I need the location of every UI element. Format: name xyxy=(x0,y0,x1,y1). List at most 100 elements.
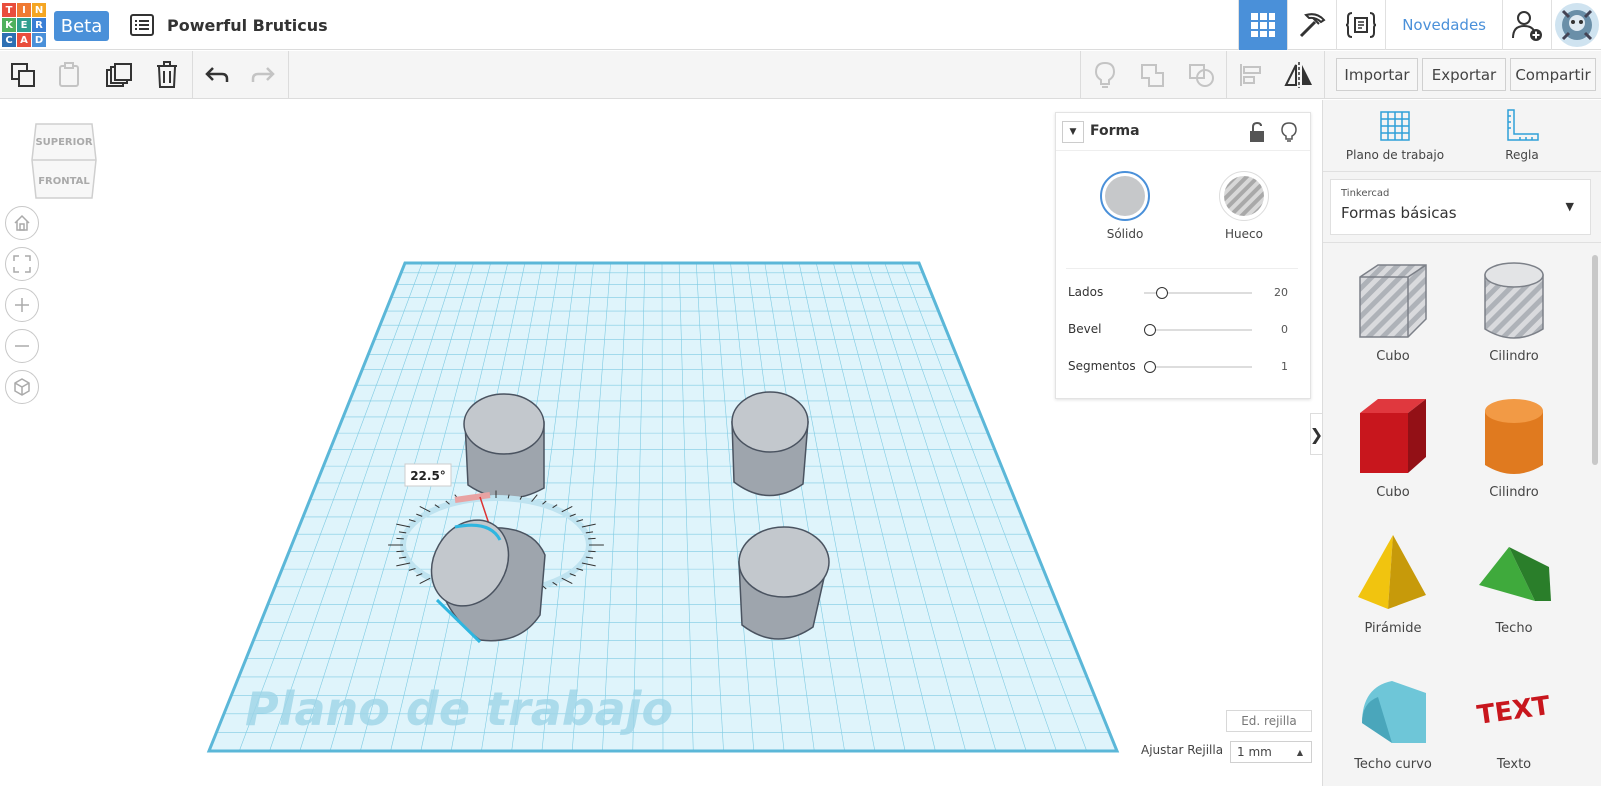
workplane-label: Plano de trabajo xyxy=(245,682,673,736)
shapes-scrollbar[interactable] xyxy=(1592,255,1598,465)
slider-knob[interactable] xyxy=(1156,287,1168,299)
logo-letter: I xyxy=(17,3,31,17)
slider-knob[interactable] xyxy=(1144,361,1156,373)
cylinder-hole-icon xyxy=(1484,262,1544,339)
view-cube[interactable]: SUPERIOR FRONTAL xyxy=(30,122,98,202)
codeblocks-view-button[interactable] xyxy=(1336,0,1385,50)
duplicate-icon xyxy=(106,63,132,87)
mirror-button[interactable] xyxy=(1276,51,1322,99)
cube-hole-icon xyxy=(1359,264,1427,338)
copy-button[interactable] xyxy=(0,51,46,99)
visibility-button[interactable] xyxy=(1280,121,1298,147)
zoom-in-button[interactable] xyxy=(5,288,39,322)
undo-icon xyxy=(205,67,229,82)
view-cube-front-face[interactable]: FRONTAL xyxy=(38,176,90,187)
avatar-icon xyxy=(1554,3,1599,47)
redo-button[interactable] xyxy=(240,51,286,99)
shape-pyramid[interactable]: Pirámide xyxy=(1338,527,1448,647)
collapse-inspector-button[interactable]: ▼ xyxy=(1062,121,1084,143)
param-slider[interactable] xyxy=(1144,329,1252,331)
show-all-button[interactable] xyxy=(1082,51,1128,99)
ungroup-icon xyxy=(1189,64,1214,87)
export-button[interactable]: Exportar xyxy=(1422,58,1506,91)
param-slider[interactable] xyxy=(1144,366,1252,368)
shapes-library-panel: Plano de trabajo Regla Tinkercad Formas … xyxy=(1322,100,1601,786)
home-view-button[interactable] xyxy=(5,206,39,240)
hole-option[interactable] xyxy=(1219,171,1269,221)
shape-cylinder[interactable]: Cilindro xyxy=(1459,391,1569,511)
ruler-tool-label: Regla xyxy=(1505,148,1539,162)
param-value[interactable]: 20 xyxy=(1274,286,1288,299)
cylinder-shape[interactable] xyxy=(731,391,809,497)
shape-label: Cilindro xyxy=(1489,485,1539,500)
svg-text:TEXT: TEXT xyxy=(1475,691,1552,731)
logo-letter: K xyxy=(2,18,16,32)
perspective-button[interactable] xyxy=(5,370,39,404)
cylinder-shape[interactable] xyxy=(463,393,545,499)
view-cube-top-face[interactable]: SUPERIOR xyxy=(35,137,92,148)
3d-text-icon: TEXT xyxy=(1475,691,1552,731)
logo-letter: E xyxy=(17,18,31,32)
red-cube-icon xyxy=(1360,399,1426,473)
ruler-icon xyxy=(1507,109,1539,141)
code-blocks-icon xyxy=(1346,12,1377,38)
yellow-pyramid-icon xyxy=(1358,535,1426,609)
shape-cube[interactable]: Cubo xyxy=(1338,391,1448,511)
green-roof-icon xyxy=(1479,547,1551,601)
snap-grid-label: Ajustar Rejilla xyxy=(1141,743,1224,757)
shape-roof[interactable]: Techo xyxy=(1459,527,1569,647)
slider-knob[interactable] xyxy=(1144,324,1156,336)
shape-text[interactable]: TEXT Texto xyxy=(1459,663,1569,783)
trash-icon xyxy=(157,61,177,88)
fit-icon xyxy=(13,255,31,273)
share-button[interactable]: Compartir xyxy=(1510,58,1596,91)
align-button[interactable] xyxy=(1228,51,1274,99)
paste-button[interactable] xyxy=(46,51,92,99)
workplane-tool[interactable]: Plano de trabajo xyxy=(1345,108,1445,162)
orange-cylinder-icon xyxy=(1485,399,1543,474)
import-button[interactable]: Importar xyxy=(1336,58,1418,91)
tinkercad-logo[interactable]: TIN KER CAD xyxy=(2,3,46,47)
minus-icon xyxy=(15,345,29,347)
solid-label: Sólido xyxy=(1106,227,1144,241)
ungroup-button[interactable] xyxy=(1178,51,1224,99)
user-avatar[interactable] xyxy=(1551,0,1601,50)
snap-grid-select[interactable]: 1 mm ▲ xyxy=(1230,741,1312,763)
3d-design-view-button[interactable] xyxy=(1238,0,1288,50)
edit-grid-button[interactable]: Ed. rejilla xyxy=(1226,710,1312,732)
lock-button[interactable] xyxy=(1248,121,1266,147)
project-title[interactable]: Powerful Bruticus xyxy=(167,16,328,35)
copy-icon xyxy=(11,63,35,87)
minecraft-view-button[interactable] xyxy=(1287,0,1336,50)
caret-down-icon: ▼ xyxy=(1069,127,1077,137)
param-value[interactable]: 0 xyxy=(1281,323,1288,336)
beta-badge[interactable]: Beta xyxy=(54,11,109,41)
group-button[interactable] xyxy=(1130,51,1176,99)
design-list-icon[interactable] xyxy=(130,14,154,36)
hole-swatch-icon xyxy=(1224,176,1264,216)
ruler-tool[interactable]: Regla xyxy=(1487,108,1557,162)
delete-button[interactable] xyxy=(144,51,190,99)
invite-user-button[interactable] xyxy=(1502,0,1551,50)
logo-letter: T xyxy=(2,3,16,17)
collapse-panel-toggle[interactable]: ❯ xyxy=(1310,413,1323,455)
shape-label: Cubo xyxy=(1376,349,1410,364)
solid-option[interactable] xyxy=(1100,171,1150,221)
group-icon xyxy=(1141,64,1164,87)
undo-button[interactable] xyxy=(194,51,240,99)
mirror-icon xyxy=(1284,62,1312,88)
shape-round-roof[interactable]: Techo curvo xyxy=(1338,663,1448,783)
shape-cylinder-hole[interactable]: Cilindro xyxy=(1459,255,1569,375)
zoom-out-button[interactable] xyxy=(5,329,39,363)
novedades-link[interactable]: Novedades xyxy=(1385,0,1502,50)
shape-cube-hole[interactable]: Cubo xyxy=(1338,255,1448,375)
duplicate-button[interactable] xyxy=(96,51,142,99)
inspector-title: Forma xyxy=(1090,123,1140,139)
lightbulb-icon xyxy=(1094,61,1116,88)
shape-label: Cubo xyxy=(1376,485,1410,500)
fit-view-button[interactable] xyxy=(5,247,39,281)
param-label: Bevel xyxy=(1068,322,1102,336)
library-selector[interactable]: Tinkercad Formas básicas ▼ xyxy=(1330,179,1591,235)
param-value[interactable]: 1 xyxy=(1281,360,1288,373)
shape-label: Techo curvo xyxy=(1354,757,1432,772)
